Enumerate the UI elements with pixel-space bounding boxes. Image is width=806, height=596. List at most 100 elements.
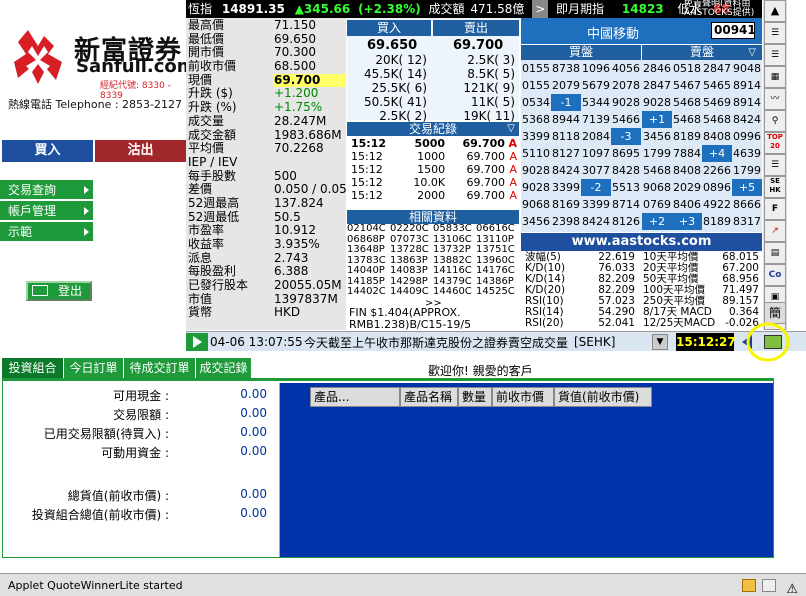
broker-code[interactable]: 3456 — [642, 128, 672, 145]
related-code[interactable]: 14525C — [476, 286, 519, 298]
grid-icon[interactable]: ▦ — [764, 66, 786, 88]
broker-code[interactable]: 8126 — [611, 213, 641, 230]
broker-code[interactable]: 8118 — [551, 128, 581, 145]
broker-code[interactable]: 2266 — [702, 162, 732, 179]
broker-code[interactable]: 9028 — [642, 94, 672, 111]
broker-code[interactable]: 5468 — [672, 94, 702, 111]
broker-code[interactable]: 8944 — [551, 111, 581, 128]
broker-code[interactable]: 8424 — [732, 111, 762, 128]
collapse-icon[interactable]: ▽ — [748, 45, 756, 60]
broker-code[interactable]: 5468 — [672, 111, 702, 128]
list-icon[interactable]: ☰ — [764, 22, 786, 44]
related-code[interactable]: 13728C — [390, 244, 433, 256]
ticker-scroll-button[interactable]: > — [532, 0, 549, 18]
broker-code[interactable]: 9028 — [521, 162, 551, 179]
broker-code[interactable]: 8914 — [732, 94, 762, 111]
broker-code[interactable]: 0996 — [732, 128, 762, 145]
broker-spread[interactable]: +1 — [642, 111, 672, 128]
broker-code[interactable]: 8127 — [551, 145, 581, 162]
column-header[interactable]: 產品... — [310, 387, 400, 407]
menu-account[interactable]: 帳戶管理 — [0, 201, 93, 221]
broker-code[interactable]: 5344 — [581, 94, 611, 111]
broker-code[interactable]: 9048 — [732, 60, 762, 77]
broker-code[interactable]: 8408 — [702, 128, 732, 145]
broker-code[interactable]: 0155 — [521, 60, 551, 77]
broker-code[interactable]: 5468 — [642, 162, 672, 179]
column-header[interactable]: 數量 — [458, 387, 492, 407]
sell-button[interactable]: 沽出 — [95, 140, 186, 162]
broker-spread[interactable]: +4 — [702, 145, 732, 162]
broker-code[interactable]: 3077 — [581, 162, 611, 179]
related-code[interactable]: 02104C — [347, 223, 390, 235]
broker-code[interactable]: 2847 — [642, 77, 672, 94]
broker-code[interactable]: 8189 — [702, 213, 732, 230]
related-code[interactable]: 14116C — [433, 265, 476, 277]
broker-code[interactable]: 5679 — [581, 77, 611, 94]
broker-code[interactable]: 4639 — [732, 145, 762, 162]
broker-code[interactable]: 3399 — [551, 179, 581, 196]
broker-code[interactable]: 4922 — [702, 196, 732, 213]
top20-icon[interactable]: TOP 20 — [764, 132, 786, 154]
column-header[interactable]: 貨值(前收市價) — [554, 387, 652, 407]
related-code[interactable]: 14409C — [390, 286, 433, 298]
broker-code[interactable]: 9068 — [521, 196, 551, 213]
broker-code[interactable]: 5368 — [521, 111, 551, 128]
stock-code-input[interactable]: 00941 — [711, 22, 756, 39]
tab-executions[interactable]: 成交記錄 — [196, 358, 252, 378]
broker-code[interactable]: 5469 — [702, 94, 732, 111]
sehk-icon[interactable]: SE HK — [764, 176, 786, 198]
broker-code[interactable]: 8714 — [611, 196, 641, 213]
broker-code[interactable]: 5110 — [521, 145, 551, 162]
list-icon[interactable]: ☰ — [764, 44, 786, 66]
tab-pending-orders[interactable]: 待成交訂單 — [124, 358, 196, 378]
broker-code[interactable]: 2078 — [611, 77, 641, 94]
broker-code[interactable]: 2847 — [702, 60, 732, 77]
broker-code[interactable]: 0155 — [521, 77, 551, 94]
related-code[interactable]: 14460C — [433, 286, 476, 298]
tab-today-orders[interactable]: 今日訂單 — [64, 358, 124, 378]
column-header[interactable]: 產品名稱 — [400, 387, 458, 407]
broker-code[interactable]: 8428 — [611, 162, 641, 179]
broker-code[interactable]: 2084 — [581, 128, 611, 145]
broker-spread[interactable]: -2 — [581, 179, 611, 196]
news-dropdown[interactable]: ▼ — [652, 334, 668, 350]
news-headline[interactable]: 今天截至上午收市那斯達克股份之證券賣空成交量 — [304, 334, 574, 351]
broker-code[interactable]: 1799 — [642, 145, 672, 162]
related-code[interactable]: 14040P — [347, 265, 390, 277]
broker-code[interactable]: 5467 — [672, 77, 702, 94]
news-icon[interactable]: ☰ — [764, 154, 786, 176]
chart-icon[interactable]: ▲ — [764, 0, 786, 22]
broker-code[interactable]: 8169 — [551, 196, 581, 213]
broker-code[interactable]: 2029 — [672, 179, 702, 196]
menu-demo[interactable]: 示範 — [0, 222, 93, 242]
broker-code[interactable]: 7139 — [581, 111, 611, 128]
broker-code[interactable]: 0534 — [521, 94, 551, 111]
broker-spread[interactable]: +3 — [672, 213, 702, 230]
broker-code[interactable]: 3399 — [521, 128, 551, 145]
broker-code[interactable]: 8189 — [672, 128, 702, 145]
broker-code[interactable]: 9028 — [611, 94, 641, 111]
broker-code[interactable]: 8408 — [672, 162, 702, 179]
related-code[interactable]: 06616C — [476, 223, 519, 235]
disclaimer[interactable]: 免責聲明(資料由AASTOCKS提供) — [684, 0, 762, 18]
broker-code[interactable]: 5468 — [702, 111, 732, 128]
broker-code[interactable]: 8666 — [732, 196, 762, 213]
broker-code[interactable]: 8317 — [732, 213, 762, 230]
broker-code[interactable]: 9068 — [642, 179, 672, 196]
tab-portfolio[interactable]: 投資組合 — [2, 358, 64, 378]
broker-code[interactable]: 9028 — [521, 179, 551, 196]
search-icon[interactable]: ⚲ — [764, 110, 786, 132]
related-code[interactable]: 14402C — [347, 286, 390, 298]
broker-code[interactable]: 2846 — [642, 60, 672, 77]
broker-code[interactable]: 5513 — [611, 179, 641, 196]
broker-code[interactable]: 5466 — [611, 111, 641, 128]
broker-code[interactable]: 8406 — [672, 196, 702, 213]
aastocks-banner[interactable]: www.aastocks.com — [521, 233, 762, 251]
broker-spread[interactable]: -1 — [551, 94, 581, 111]
play-button[interactable] — [186, 333, 208, 351]
related-code[interactable]: 13732P — [433, 244, 476, 256]
broker-code[interactable]: 8695 — [611, 145, 641, 162]
broker-code[interactable]: 3399 — [581, 196, 611, 213]
co-icon[interactable]: Co — [764, 264, 786, 286]
doc-icon[interactable]: ▤ — [764, 242, 786, 264]
